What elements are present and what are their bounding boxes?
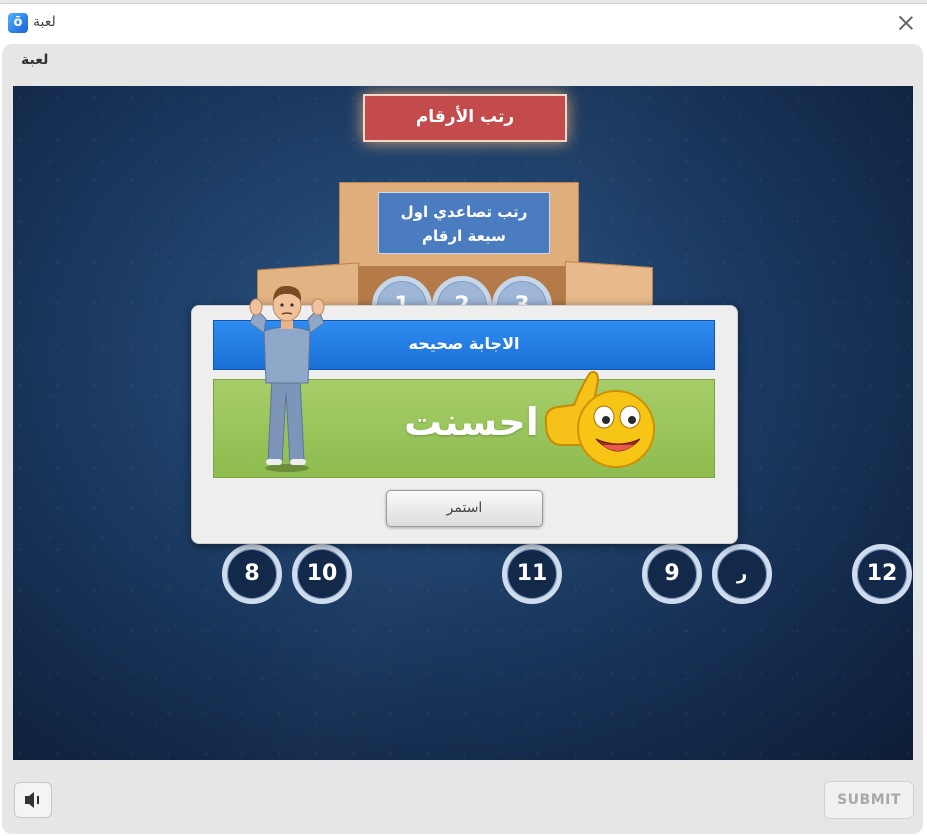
number-tile[interactable]: 12	[852, 544, 912, 604]
praise-text: احسنت	[404, 400, 539, 444]
frame-title: لعبة	[21, 52, 49, 68]
app-icon: ō	[8, 13, 28, 33]
game-title: رتب الأرقام	[363, 94, 567, 142]
thumbs-up-smiley-icon	[544, 371, 655, 468]
number-tile[interactable]: 9	[642, 544, 702, 604]
window-titlebar: ō لعبة	[0, 4, 927, 40]
number-tile[interactable]: 8	[222, 544, 282, 604]
instruction-line-1: رتب تصاعدي اول	[400, 203, 528, 221]
instruction-card: رتب تصاعدي اول سبعة ارقام	[378, 192, 550, 254]
man-character-illustration	[249, 285, 325, 472]
instruction-line-2: سبعة ارقام	[422, 227, 506, 245]
number-tile[interactable]: 10	[292, 544, 352, 604]
number-tile[interactable]: 11	[502, 544, 562, 604]
speaker-icon	[25, 792, 39, 808]
number-tile[interactable]: ر	[712, 544, 772, 604]
close-icon[interactable]	[895, 12, 917, 34]
speaker-button[interactable]	[14, 782, 52, 818]
submit-button[interactable]: SUBMIT	[824, 781, 914, 819]
continue-button[interactable]: استمر	[386, 490, 543, 527]
window-title: لعبة	[33, 14, 56, 30]
